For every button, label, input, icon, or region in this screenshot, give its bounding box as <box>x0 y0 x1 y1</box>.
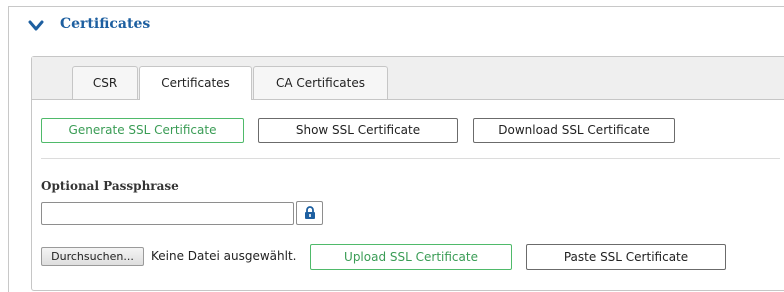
tab-ca-certificates[interactable]: CA Certificates <box>253 66 388 99</box>
download-ssl-certificate-button[interactable]: Download SSL Certificate <box>473 118 675 143</box>
chevron-down-icon[interactable] <box>28 18 44 34</box>
passphrase-label: Optional Passphrase <box>41 179 179 193</box>
generate-ssl-certificate-button[interactable]: Generate SSL Certificate <box>41 118 244 143</box>
show-ssl-certificate-button[interactable]: Show SSL Certificate <box>258 118 458 143</box>
lock-icon <box>305 206 315 219</box>
paste-ssl-certificate-button[interactable]: Paste SSL Certificate <box>526 244 726 270</box>
tab-certificates[interactable]: Certificates <box>139 66 252 100</box>
tab-csr[interactable]: CSR <box>72 66 138 99</box>
passphrase-visibility-toggle[interactable] <box>296 201 323 225</box>
divider <box>41 158 780 159</box>
browse-file-button[interactable]: Durchsuchen... <box>41 247 144 266</box>
passphrase-input[interactable] <box>41 202 294 225</box>
section-title: Certificates <box>60 16 151 32</box>
file-status-text: Keine Datei ausgewählt. <box>151 249 297 263</box>
upload-ssl-certificate-button[interactable]: Upload SSL Certificate <box>310 244 512 270</box>
section-header[interactable]: Certificates <box>8 6 784 46</box>
